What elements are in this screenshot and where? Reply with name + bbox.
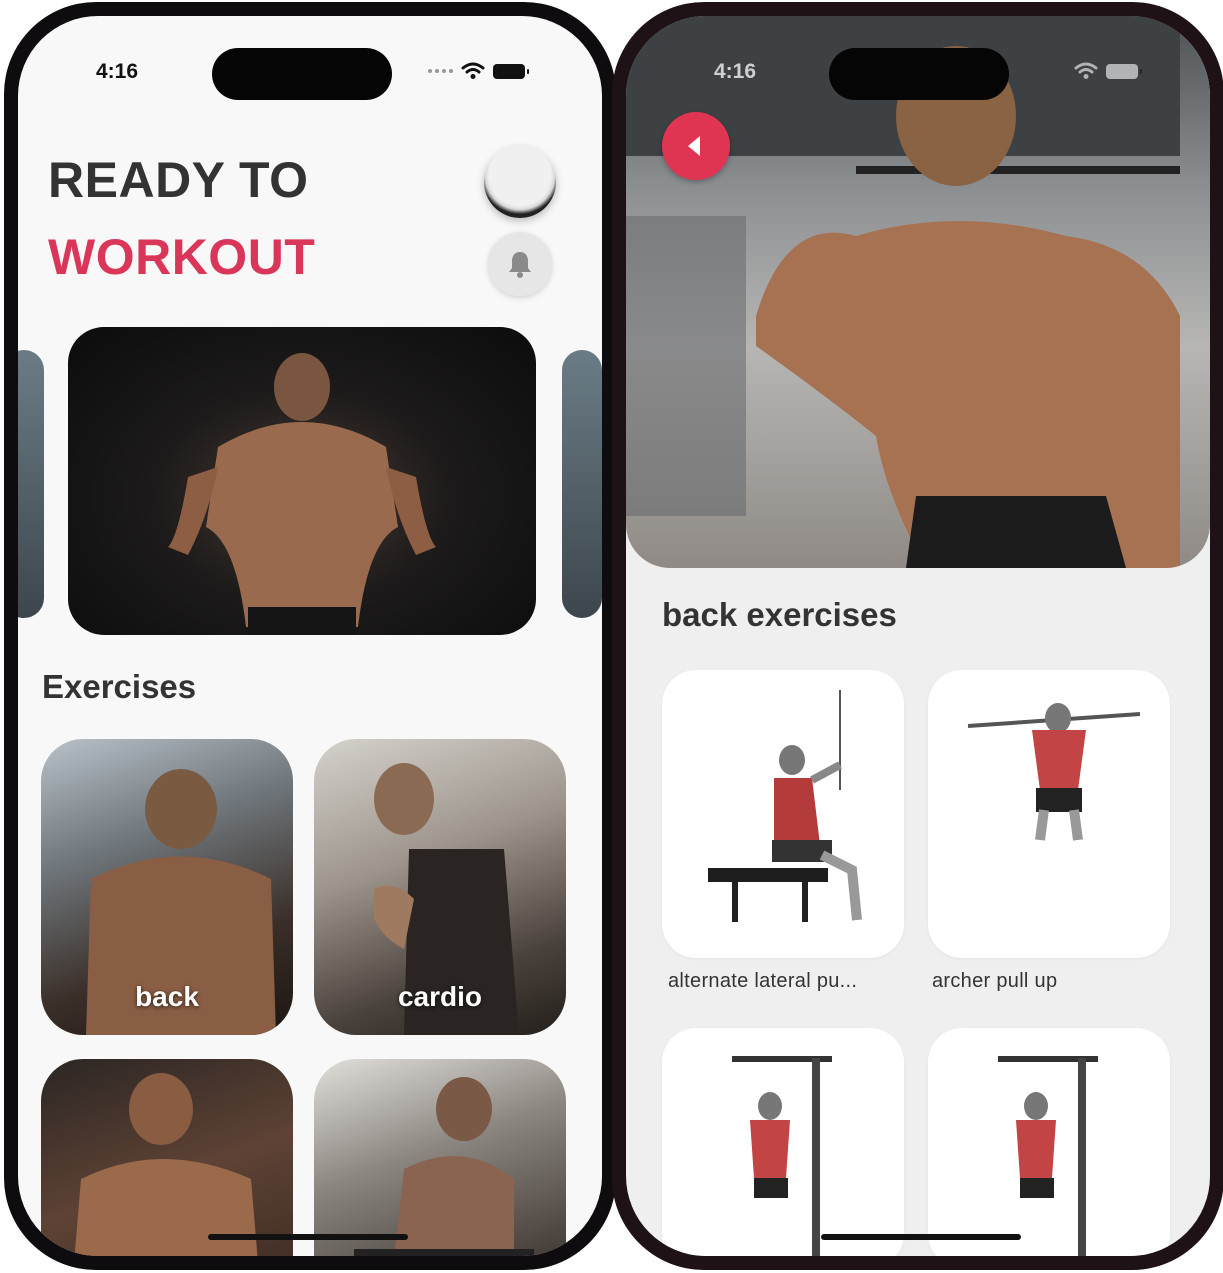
lateral-pulldown-illustration bbox=[708, 690, 862, 922]
category-label: back bbox=[135, 981, 199, 1012]
wifi-icon bbox=[461, 62, 485, 79]
status-time: 4:16 bbox=[96, 60, 139, 83]
exercise-card[interactable] bbox=[928, 1028, 1170, 1256]
wifi-icon bbox=[1074, 62, 1098, 79]
category-card-cardio[interactable]: cardio bbox=[314, 739, 566, 1035]
exercise-name: archer pull up bbox=[932, 970, 1058, 992]
battery-icon bbox=[1106, 63, 1142, 79]
featured-workout-banner[interactable] bbox=[68, 327, 536, 635]
band-pull-up-illustration bbox=[998, 1056, 1098, 1256]
chest-category-image bbox=[74, 1073, 258, 1256]
dynamic-island bbox=[829, 48, 1009, 100]
status-time: 4:16 bbox=[714, 60, 757, 83]
carousel-next-slide[interactable] bbox=[562, 350, 602, 618]
status-icons bbox=[428, 62, 529, 80]
detail-screen: 4:16 back exercises alternate lateral pu… bbox=[626, 16, 1210, 1256]
home-screen: 4:16 READY TO WORKOUT Exercises back car… bbox=[18, 16, 602, 1256]
legs-category-image bbox=[354, 1077, 534, 1256]
home-indicator bbox=[821, 1234, 1021, 1240]
exercise-name: alternate lateral pu... bbox=[668, 970, 858, 992]
phone-detail: 4:16 back exercises alternate lateral pu… bbox=[612, 2, 1223, 1270]
phone-home: 4:16 READY TO WORKOUT Exercises back car… bbox=[4, 2, 616, 1270]
category-card-back[interactable]: back bbox=[41, 739, 293, 1035]
battery-icon bbox=[493, 63, 529, 79]
exercise-card[interactable] bbox=[928, 670, 1170, 958]
exercise-card[interactable] bbox=[662, 670, 904, 958]
category-label: cardio bbox=[397, 981, 483, 1012]
heading-line-1: READY TO bbox=[48, 152, 309, 208]
carousel-prev-slide[interactable] bbox=[18, 350, 44, 618]
home-indicator bbox=[208, 1234, 408, 1240]
back-button[interactable] bbox=[662, 112, 730, 180]
exercises-title: Exercises bbox=[42, 668, 197, 705]
category-card-4[interactable] bbox=[314, 1059, 566, 1256]
heading-line-2: WORKOUT bbox=[48, 229, 316, 285]
notifications-button[interactable] bbox=[488, 232, 552, 296]
exercise-card[interactable] bbox=[662, 1028, 904, 1256]
assisted-pull-up-illustration bbox=[732, 1056, 832, 1256]
back-exercises-title: back exercises bbox=[662, 596, 897, 633]
avatar[interactable] bbox=[484, 146, 556, 218]
back-arrow-icon bbox=[688, 136, 700, 156]
featured-athlete-image bbox=[168, 353, 436, 635]
archer-pull-up-illustration bbox=[967, 703, 1141, 841]
status-icons bbox=[1074, 62, 1142, 80]
dynamic-island bbox=[212, 48, 392, 100]
bell-icon bbox=[509, 252, 531, 278]
signal-dots-icon bbox=[428, 69, 453, 73]
category-card-3[interactable] bbox=[41, 1059, 293, 1256]
